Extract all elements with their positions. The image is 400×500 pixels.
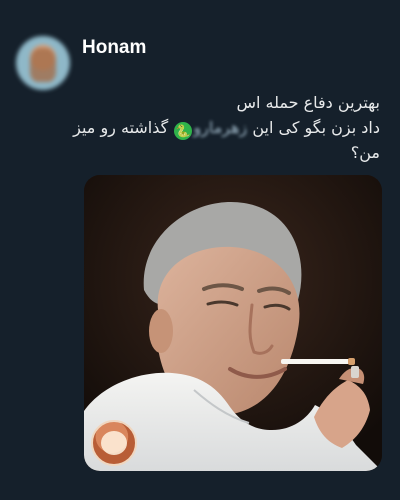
- watermark-logo-inner: [101, 431, 127, 455]
- watermark-logo-icon: [91, 420, 137, 466]
- post-text-line-1: بهترین دفاع حمله اس: [236, 93, 380, 112]
- post-text-line-3: من؟: [350, 143, 380, 162]
- tweet-card: Honam بهترین دفاع حمله اس داد بزن بگو کی…: [0, 0, 400, 500]
- blurred-word: زهرمارو: [193, 118, 248, 137]
- post-text-line-2: داد بزن بگو کی این زهرمارو🐍 گذاشته رو می…: [73, 115, 380, 140]
- snake-emoji-icon: 🐍: [174, 122, 193, 140]
- post-text-line-2-before: داد بزن بگو کی این: [247, 118, 380, 137]
- username[interactable]: Honam: [82, 37, 146, 59]
- post-text: بهترین دفاع حمله اس داد بزن بگو کی این ز…: [73, 90, 380, 165]
- avatar-figure: [30, 48, 56, 82]
- post-text-line-2-after: گذاشته رو میز: [73, 118, 174, 137]
- avatar[interactable]: [16, 36, 70, 90]
